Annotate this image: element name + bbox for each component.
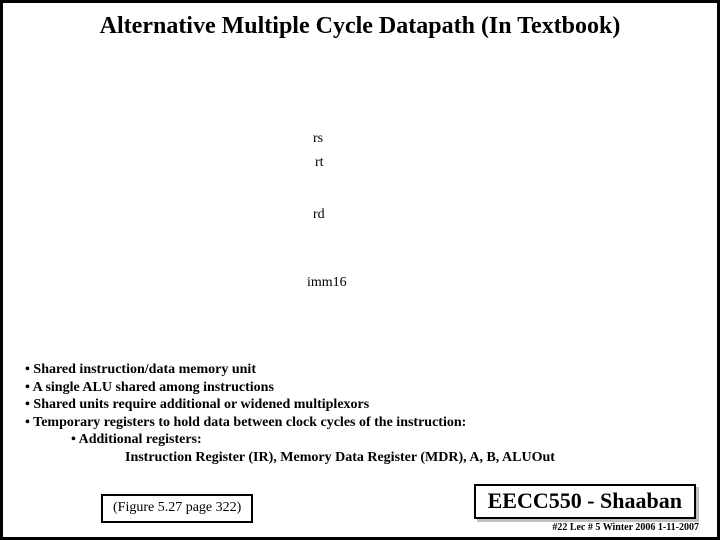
slide: Alternative Multiple Cycle Datapath (In … [0, 0, 720, 540]
bullet-item: • Temporary registers to hold data betwe… [25, 414, 555, 432]
bullet-subitem: • Additional registers: [25, 431, 555, 449]
bullet-item: • Shared instruction/data memory unit [25, 361, 555, 379]
slide-footer: #22 Lec # 5 Winter 2006 1-11-2007 [552, 522, 699, 533]
course-box-shadow: EECC550 - Shaaban [477, 487, 699, 522]
slide-title: Alternative Multiple Cycle Datapath (In … [3, 13, 717, 40]
bullet-list: • Shared instruction/data memory unit • … [25, 361, 555, 466]
field-rd-label: rd [313, 207, 325, 223]
figure-reference: (Figure 5.27 page 322) [101, 494, 253, 523]
field-rs-label: rs [313, 131, 323, 147]
bullet-item: • A single ALU shared among instructions [25, 379, 555, 397]
field-rt-label: rt [315, 155, 324, 171]
bullet-item: • Shared units require additional or wid… [25, 396, 555, 414]
course-label: EECC550 - Shaaban [474, 484, 696, 519]
field-imm16-label: imm16 [307, 275, 347, 291]
bullet-subitem: Instruction Register (IR), Memory Data R… [25, 449, 555, 467]
